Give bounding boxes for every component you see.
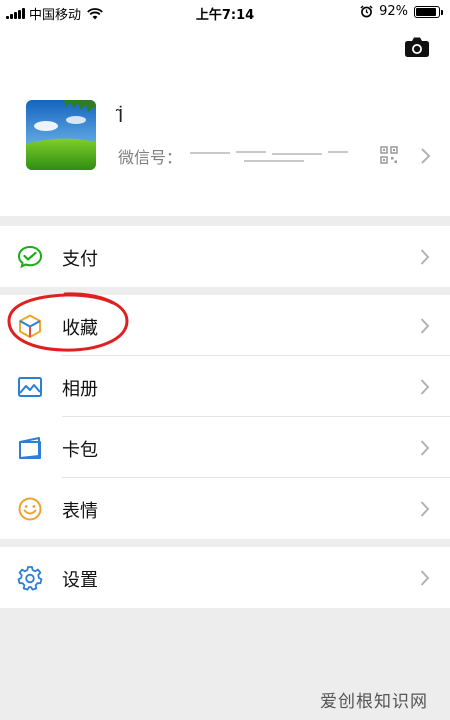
wechat-id-row: 微信号：	[118, 144, 349, 168]
watermark: 爱创根知识网	[320, 692, 428, 712]
battery-percent: 92%	[379, 4, 408, 19]
status-right: 92%	[360, 4, 443, 19]
wechat-id-redacted	[190, 149, 349, 163]
chevron-right-icon	[420, 501, 430, 517]
menu-label-cards: 卡包	[62, 440, 98, 461]
menu-label-album: 相册	[62, 379, 98, 400]
card-wallet-icon	[19, 437, 41, 459]
favorites-cube-icon	[19, 314, 41, 338]
chevron-right-icon	[420, 379, 430, 395]
menu-group-settings: 设置	[0, 547, 450, 608]
menu-label-pay: 支付	[62, 249, 98, 270]
camera-icon[interactable]	[404, 36, 430, 58]
menu-label-settings: 设置	[62, 570, 98, 591]
wechat-pay-icon	[17, 245, 43, 269]
profile-header[interactable]: İ̃ 微信号：	[0, 24, 450, 216]
menu-item-cards[interactable]: 卡包	[0, 417, 450, 478]
menu-item-stickers[interactable]: 表情	[0, 478, 450, 539]
album-picture-icon	[18, 377, 42, 397]
qr-code-icon[interactable]	[380, 146, 398, 164]
menu-item-pay[interactable]: 支付	[0, 226, 450, 287]
chevron-right-icon	[421, 148, 431, 164]
alarm-clock-icon	[360, 5, 373, 18]
menu-group-pay: 支付	[0, 226, 450, 287]
status-bar: 中国移动 上午7:14 92%	[0, 0, 450, 24]
battery-level-fill	[416, 7, 437, 16]
menu-label-favorites: 收藏	[62, 318, 98, 339]
smiley-icon	[18, 497, 42, 521]
wechat-id-label: 微信号：	[118, 148, 183, 167]
menu-label-stickers: 表情	[62, 501, 98, 522]
chevron-right-icon	[420, 318, 430, 334]
avatar-landscape-image	[26, 100, 96, 170]
gear-icon	[17, 566, 43, 591]
avatar[interactable]	[26, 100, 96, 170]
nickname: İ̃	[118, 106, 124, 127]
chevron-right-icon	[420, 440, 430, 456]
menu-item-settings[interactable]: 设置	[0, 547, 450, 608]
chevron-right-icon	[420, 570, 430, 586]
battery-icon	[414, 5, 443, 18]
menu-item-album[interactable]: 相册	[0, 356, 450, 417]
menu-group-main: 收藏 相册 卡包 表情	[0, 295, 450, 539]
chevron-right-icon	[420, 249, 430, 265]
menu-item-favorites[interactable]: 收藏	[0, 295, 450, 356]
